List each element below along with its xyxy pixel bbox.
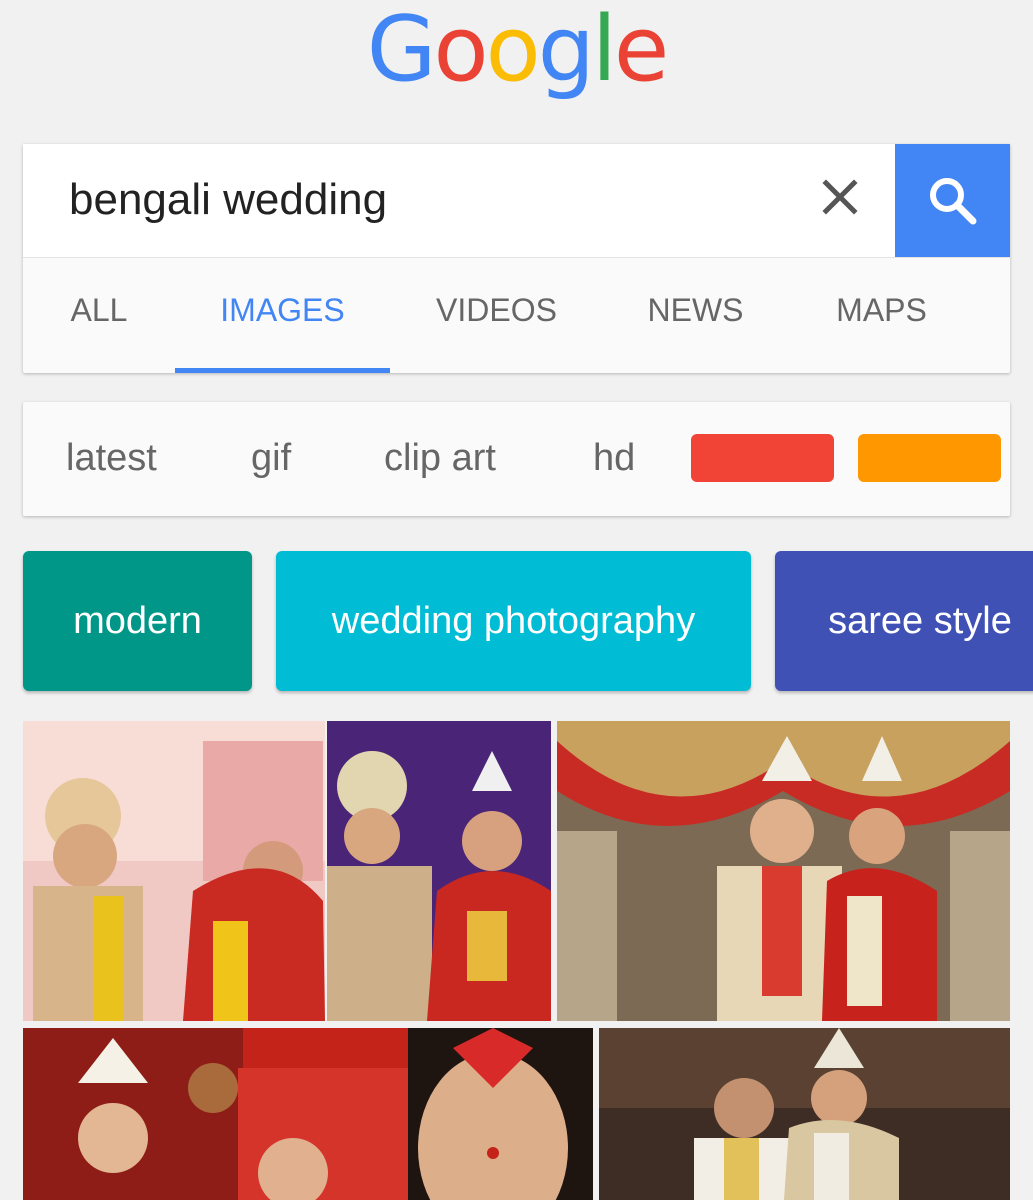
image-result[interactable] <box>23 1028 593 1200</box>
tab-videos[interactable]: VIDEOS <box>403 258 590 373</box>
search-input[interactable] <box>69 172 769 228</box>
logo-letter: G <box>366 0 437 102</box>
search-bar <box>23 144 1010 258</box>
logo-letter: g <box>537 0 595 102</box>
logo-letter: e <box>613 0 669 102</box>
filter-latest[interactable]: latest <box>66 430 157 486</box>
tab-maps[interactable]: MAPS <box>803 258 960 373</box>
logo-letter: o <box>485 0 541 102</box>
search-icon <box>929 177 976 224</box>
tab-news[interactable]: NEWS <box>608 258 783 373</box>
close-icon[interactable] <box>820 177 860 217</box>
google-logo[interactable]: Google <box>0 0 1033 105</box>
active-tab-indicator <box>175 368 390 373</box>
color-filter-orange[interactable] <box>858 434 1001 482</box>
filter-gif[interactable]: gif <box>251 430 291 486</box>
filter-hd[interactable]: hd <box>593 430 635 486</box>
tab-images[interactable]: IMAGES <box>175 258 390 373</box>
filter-clip-art[interactable]: clip art <box>384 430 496 486</box>
logo-letter: l <box>591 0 617 102</box>
search-card: ALL IMAGES VIDEOS NEWS MAPS <box>23 144 1010 373</box>
logo-letter: o <box>433 0 489 102</box>
image-result[interactable] <box>327 721 551 1021</box>
related-search-saree-style[interactable]: saree style <box>775 551 1033 691</box>
search-tabs: ALL IMAGES VIDEOS NEWS MAPS <box>23 258 1010 373</box>
image-result[interactable] <box>23 721 325 1021</box>
image-result[interactable] <box>557 721 1010 1021</box>
filter-card: latest gif clip art hd <box>23 402 1010 516</box>
image-result[interactable] <box>599 1028 1010 1200</box>
color-filter-red[interactable] <box>691 434 834 482</box>
related-search-wedding-photography[interactable]: wedding photography <box>276 551 751 691</box>
related-search-modern[interactable]: modern <box>23 551 252 691</box>
search-button[interactable] <box>895 144 1010 257</box>
tab-all[interactable]: ALL <box>23 258 175 373</box>
